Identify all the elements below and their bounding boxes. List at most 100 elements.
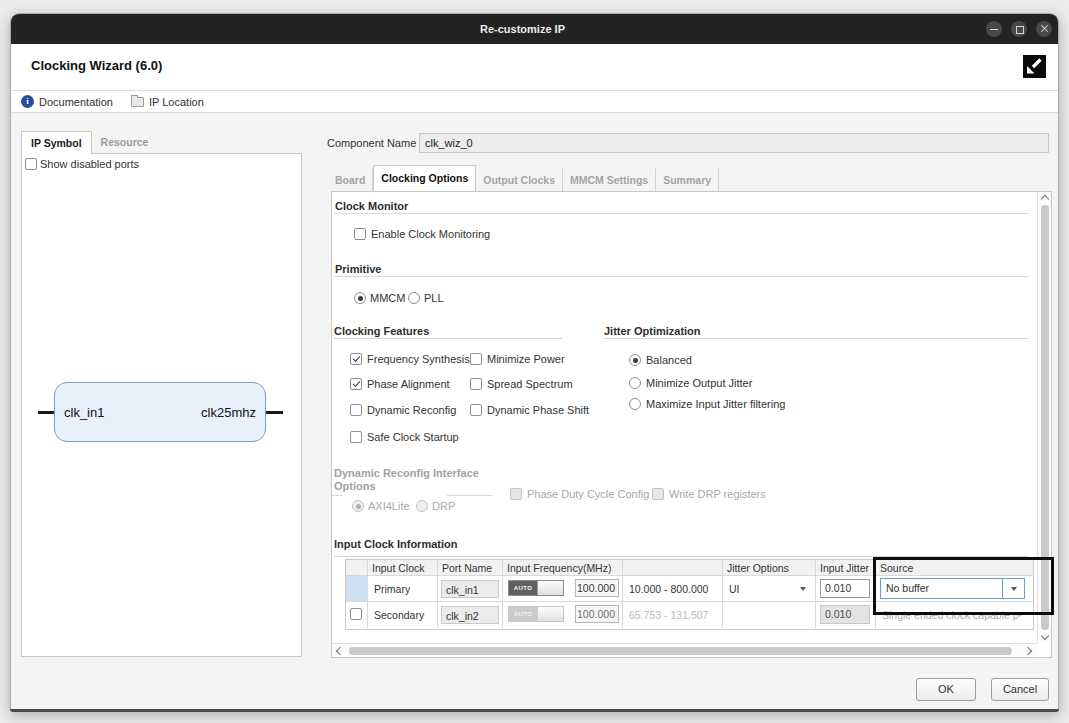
- divider: [334, 338, 562, 339]
- scroll-down-icon[interactable]: [1041, 632, 1049, 640]
- maximize-button[interactable]: [1011, 21, 1027, 37]
- safe-clock-startup-label: Safe Clock Startup: [367, 431, 459, 443]
- row2-input-jitter: 0.010: [816, 602, 876, 628]
- dynamic-reconfig-heading-line2: Options: [334, 480, 376, 492]
- minimize-button[interactable]: [986, 21, 1002, 37]
- divider: [447, 495, 492, 496]
- tab-output-clocks[interactable]: Output Clocks: [476, 168, 563, 192]
- wizard-title: Clocking Wizard (6.0): [31, 58, 162, 73]
- pll-radio[interactable]: [408, 292, 420, 304]
- vertical-scroll-thumb[interactable]: [1041, 205, 1049, 630]
- phase-alignment-checkbox[interactable]: [350, 378, 362, 390]
- window-controls: [986, 21, 1052, 37]
- row2-selector[interactable]: [346, 602, 368, 628]
- divider: [334, 556, 1028, 557]
- ip-symbol-block: clk_in1 clk25mhz: [54, 382, 266, 442]
- spread-spectrum-checkbox[interactable]: [470, 378, 482, 390]
- titlebar[interactable]: Re-customize IP: [11, 14, 1058, 44]
- col-source: Source: [876, 560, 1033, 576]
- minimize-output-jitter-radio[interactable]: [629, 377, 641, 389]
- minimize-output-jitter-label: Minimize Output Jitter: [646, 377, 752, 389]
- dynamic-phase-shift-checkbox[interactable]: [470, 404, 482, 416]
- row1-selector[interactable]: [346, 576, 368, 602]
- clock-monitor-heading: Clock Monitor: [335, 200, 408, 212]
- axi4lite-label: AXI4Lite: [368, 500, 410, 512]
- maximize-icon: [1016, 26, 1024, 34]
- input-clock-table: Input Clock Port Name Input Frequency(MH…: [345, 559, 1034, 630]
- dynamic-reconfig-heading-line1: Dynamic Reconfig Interface: [334, 467, 479, 479]
- scroll-left-icon[interactable]: [336, 647, 344, 655]
- enable-clock-monitoring-checkbox[interactable]: [354, 228, 366, 240]
- row2-frequency-range: 65.753 - 131.507: [623, 602, 723, 628]
- maximize-input-jitter-radio[interactable]: [629, 398, 641, 410]
- row2-source-cell: Single ended clock capable p: [876, 602, 1033, 628]
- frequency-synthesis-checkbox[interactable]: [350, 353, 362, 365]
- row1-frequency-cell: AUTO 100.000: [503, 576, 623, 602]
- mmcm-radio[interactable]: [354, 292, 366, 304]
- scroll-up-icon[interactable]: [1041, 195, 1049, 203]
- row1-frequency-value[interactable]: 100.000: [575, 579, 619, 597]
- input-port-label: clk_in1: [64, 405, 104, 420]
- screen: Re-customize IP Clocking Wizard (6.0) i …: [0, 0, 1069, 723]
- frequency-synthesis-label: Frequency Synthesis: [367, 353, 470, 365]
- clocking-features-heading: Clocking Features: [334, 325, 429, 337]
- row1-input-jitter: 0.010: [816, 576, 876, 602]
- cancel-button[interactable]: Cancel: [991, 678, 1049, 701]
- row1-auto-toggle[interactable]: AUTO: [508, 580, 564, 596]
- pll-label: PLL: [424, 292, 444, 304]
- source-dropdown-button[interactable]: [1002, 579, 1024, 598]
- dynamic-reconfig-checkbox[interactable]: [350, 404, 362, 416]
- vertical-scrollbar[interactable]: [1037, 192, 1051, 643]
- horizontal-scrollbar[interactable]: [332, 643, 1037, 657]
- ok-button[interactable]: OK: [916, 678, 976, 701]
- divider: [604, 338, 1028, 339]
- row2-port-name: clk_in2: [438, 602, 503, 628]
- tab-summary[interactable]: Summary: [656, 168, 719, 192]
- row1-input-jitter-value[interactable]: 0.010: [820, 579, 870, 598]
- folder-icon: [131, 97, 144, 107]
- divider: [334, 213, 1028, 214]
- dynamic-phase-shift-label: Dynamic Phase Shift: [487, 404, 589, 416]
- row1-source-cell: No buffer: [876, 576, 1033, 602]
- safe-clock-startup-checkbox[interactable]: [350, 431, 362, 443]
- minimize-icon: [990, 29, 998, 31]
- col-input-frequency: Input Frequency(MHz): [503, 560, 623, 576]
- horizontal-scroll-thumb[interactable]: [349, 647, 1012, 655]
- row2-input-clock: Secondary: [368, 602, 438, 628]
- col-input-clock: Input Clock: [368, 560, 438, 576]
- tab-resource[interactable]: Resource: [92, 131, 158, 154]
- show-disabled-ports-checkbox[interactable]: [25, 158, 37, 170]
- drp-radio: [416, 500, 428, 512]
- clocking-options-panel: Clock Monitor Enable Clock Monitoring Pr…: [331, 191, 1052, 658]
- divider: [334, 276, 1028, 277]
- output-port-stub: [266, 411, 283, 414]
- ip-location-button[interactable]: IP Location: [131, 96, 204, 108]
- jitter-dropdown-icon: [800, 587, 806, 591]
- row1-jitter-options[interactable]: UI: [723, 576, 816, 602]
- spread-spectrum-label: Spread Spectrum: [487, 378, 573, 390]
- source-dropdown-icon-disabled: [1017, 613, 1023, 617]
- row1-frequency-range: 10.000 - 800.000: [623, 576, 723, 602]
- minimize-power-checkbox[interactable]: [470, 353, 482, 365]
- row1-source-combo[interactable]: No buffer: [880, 578, 1025, 599]
- tab-board[interactable]: Board: [328, 168, 373, 192]
- col-range: [623, 560, 723, 576]
- documentation-button[interactable]: i Documentation: [21, 95, 113, 108]
- col-port-name: Port Name: [438, 560, 503, 576]
- divider: [332, 495, 342, 496]
- left-tabs-filler: [157, 131, 302, 154]
- component-name-field[interactable]: clk_wiz_0: [419, 133, 1049, 153]
- row1-input-clock: Primary: [368, 576, 438, 602]
- row2-enable-checkbox[interactable]: [350, 608, 362, 620]
- component-name-label: Component Name: [327, 137, 416, 149]
- tab-ip-symbol[interactable]: IP Symbol: [21, 131, 92, 154]
- maximize-input-jitter-label: Maximize Input Jitter filtering: [646, 398, 785, 410]
- tab-clocking-options[interactable]: Clocking Options: [373, 165, 476, 192]
- left-panel-tabs: IP Symbol Resource: [21, 131, 302, 154]
- balanced-radio[interactable]: [629, 354, 641, 366]
- close-button[interactable]: [1036, 21, 1052, 37]
- scroll-right-icon[interactable]: [1024, 647, 1032, 655]
- write-drp-registers-label: Write DRP registers: [669, 488, 766, 500]
- tab-mmcm-settings[interactable]: MMCM Settings: [563, 168, 656, 192]
- row2-input-jitter-value: 0.010: [820, 605, 870, 624]
